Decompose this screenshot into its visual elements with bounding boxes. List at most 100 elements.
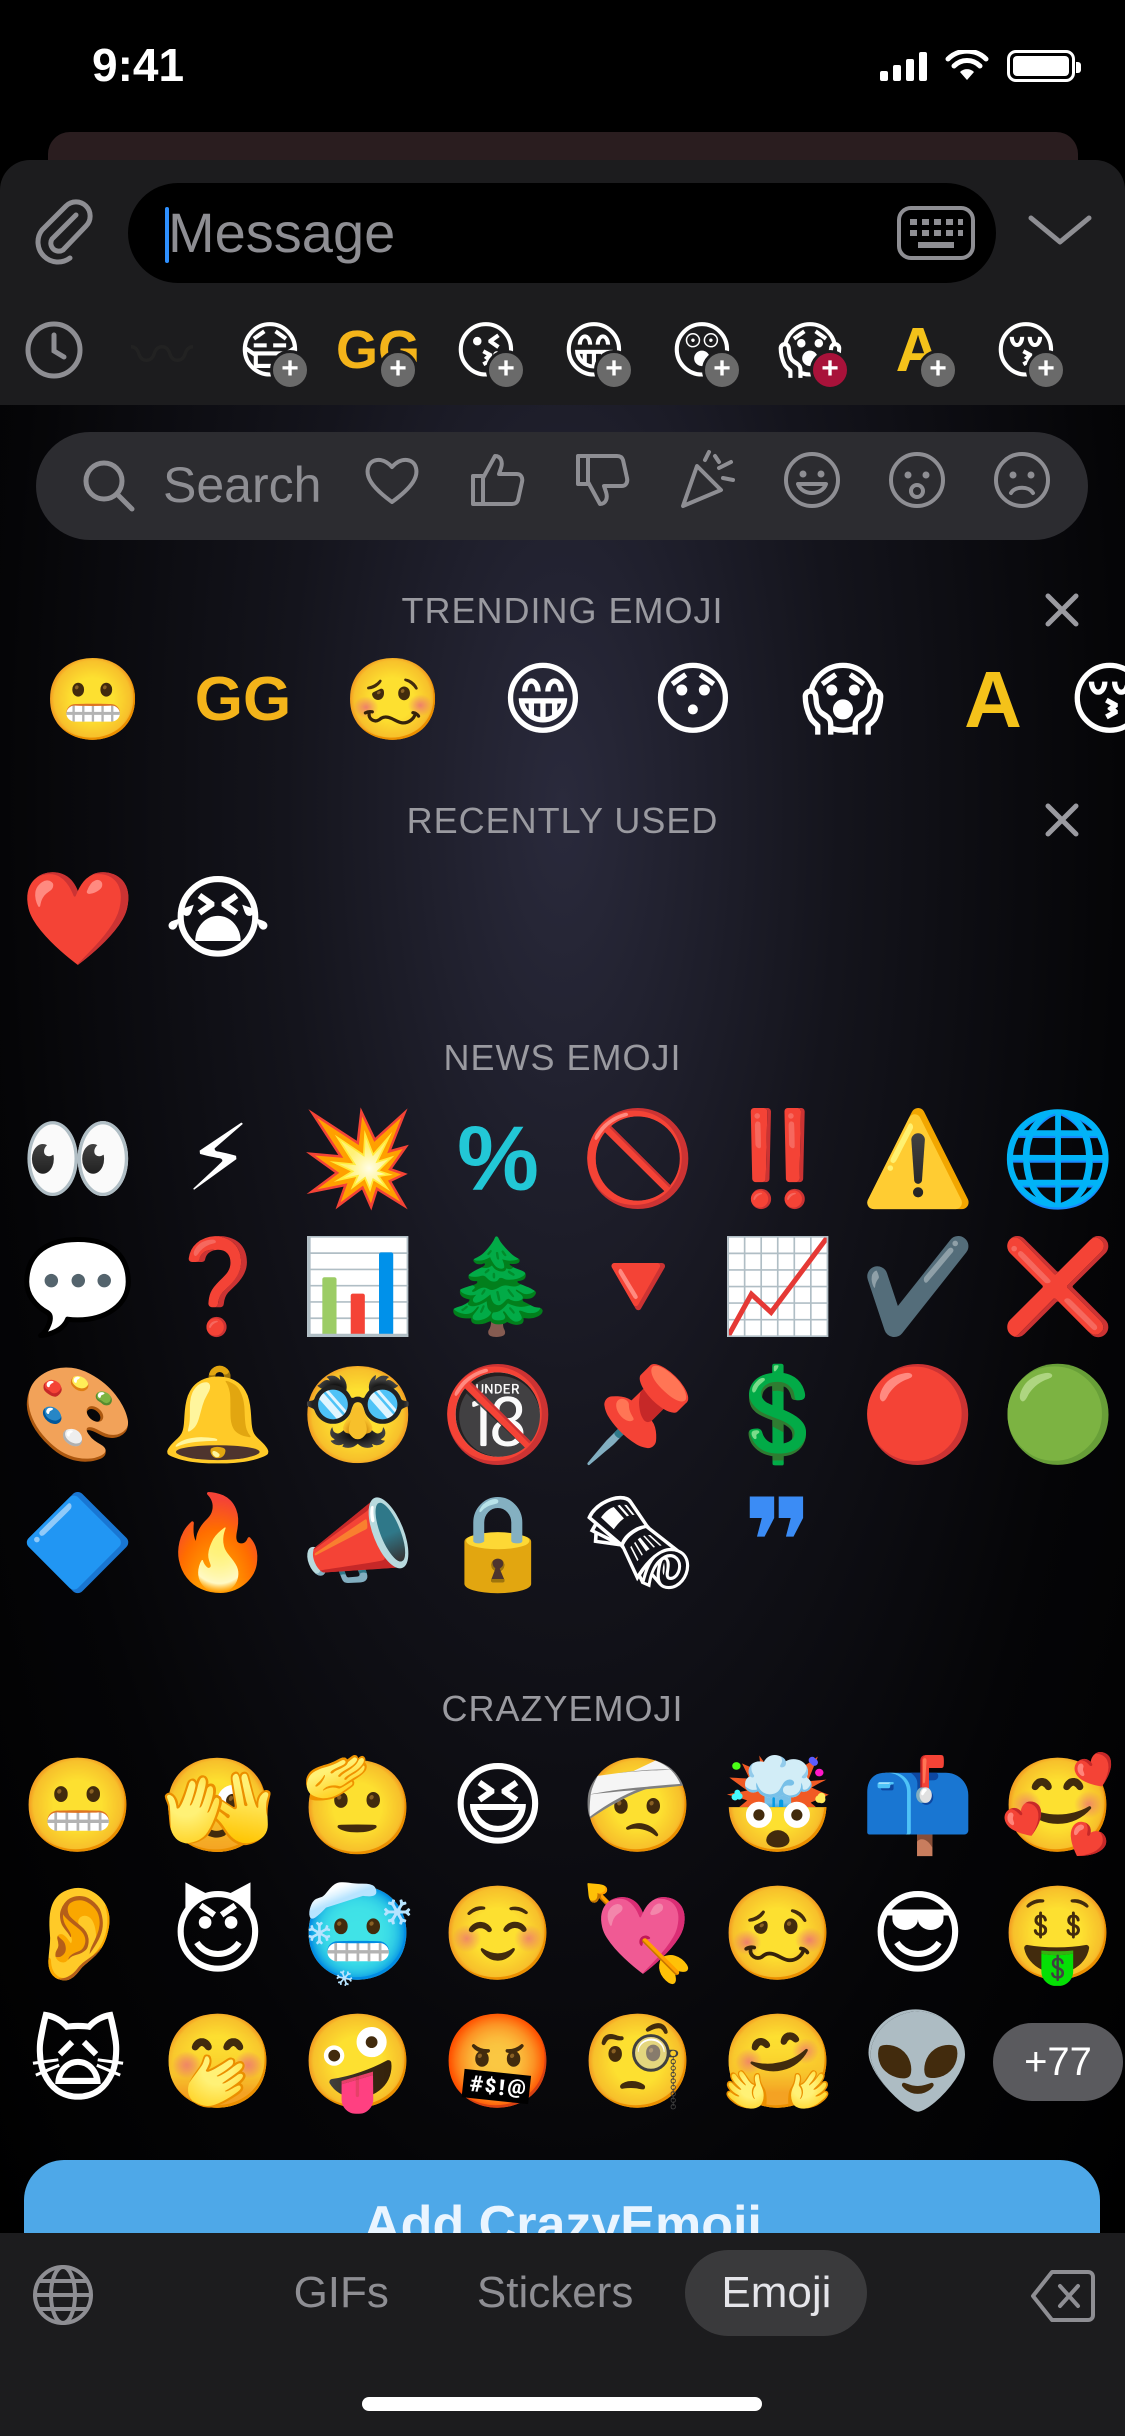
- emoji-item[interactable]: 🌐: [988, 1095, 1125, 1223]
- emoji-item[interactable]: ⚠️: [848, 1095, 988, 1223]
- recent-tab[interactable]: [0, 300, 108, 400]
- media-type-tabs: GIFs Stickers Emoji: [0, 2250, 1125, 2336]
- smile-icon[interactable]: [780, 448, 844, 512]
- emoji-row: 👂 😈 🥶 ☺️ 💘 🥴 😎 🤑: [8, 1870, 1125, 1998]
- attach-icon[interactable]: [28, 195, 98, 265]
- emoji-item[interactable]: 🤑: [988, 1870, 1125, 1998]
- emoji-item[interactable]: 🗞: [568, 1479, 708, 1607]
- emoji-item[interactable]: ‼️: [708, 1095, 848, 1223]
- emoji-item[interactable]: 🌲: [428, 1223, 568, 1351]
- emoji-item[interactable]: 📊: [288, 1223, 428, 1351]
- emoji-item[interactable]: 😬: [8, 1742, 148, 1870]
- emoji-item[interactable]: 🔞: [428, 1351, 568, 1479]
- emoji-item[interactable]: 🥶: [288, 1870, 428, 1998]
- emoji-item[interactable]: 🔥: [148, 1479, 288, 1607]
- emoji-pack-tab[interactable]: 😁 +: [540, 300, 648, 400]
- emoji-item[interactable]: 😈: [148, 1870, 288, 1998]
- add-icon: +: [486, 350, 526, 390]
- emoji-item[interactable]: 🔴: [848, 1351, 988, 1479]
- emoji-pack-tab[interactable]: GG +: [324, 300, 432, 400]
- emoji-item[interactable]: 👀: [8, 1095, 148, 1223]
- emoji-item[interactable]: 👽: [848, 1998, 988, 2126]
- emoji-item[interactable]: 🤯: [708, 1742, 848, 1870]
- emoji-item[interactable]: GG: [168, 640, 318, 760]
- keyboard-icon[interactable]: [896, 205, 976, 261]
- emoji-item[interactable]: ✔️: [848, 1223, 988, 1351]
- emoji-item[interactable]: A: [918, 640, 1068, 760]
- emoji-item[interactable]: 😚: [1068, 640, 1125, 760]
- battery-icon: [1007, 50, 1081, 82]
- emoji-item[interactable]: %: [428, 1095, 568, 1223]
- emoji-item[interactable]: 🥰: [988, 1742, 1125, 1870]
- trending-row: 😬 GG 🥴 😁 😯 😱 A 😚: [18, 640, 1125, 760]
- emoji-item[interactable]: 🔒: [428, 1479, 568, 1607]
- emoji-pack-tab[interactable]: 😷 +: [216, 300, 324, 400]
- emoji-item[interactable]: 🫣: [148, 1742, 288, 1870]
- heart-icon[interactable]: [360, 448, 424, 512]
- emoji-item[interactable]: 🤪: [288, 1998, 428, 2126]
- close-icon[interactable]: [1042, 800, 1082, 840]
- category-icons: [360, 448, 1054, 512]
- emoji-item[interactable]: 🧐: [568, 1998, 708, 2126]
- emoji-item[interactable]: 👂: [8, 1870, 148, 1998]
- emoji-item[interactable]: 💥: [288, 1095, 428, 1223]
- emoji-item[interactable]: 😁: [468, 640, 618, 760]
- emoji-item[interactable]: ☺️: [428, 1870, 568, 1998]
- emoji-item[interactable]: 😬: [18, 640, 168, 760]
- section-title-crazyemoji: CRAZYEMOJI: [441, 1688, 684, 1729]
- emoji-item[interactable]: 😯: [618, 640, 768, 760]
- more-emoji-cell[interactable]: +77: [988, 1998, 1125, 2126]
- emoji-item[interactable]: 🫡: [288, 1742, 428, 1870]
- close-icon[interactable]: [1042, 590, 1082, 630]
- more-count-badge[interactable]: +77: [993, 2023, 1123, 2101]
- surprised-icon[interactable]: [885, 448, 949, 512]
- backspace-icon[interactable]: [1030, 2268, 1096, 2324]
- emoji-item[interactable]: 🟢: [988, 1351, 1125, 1479]
- emoji-item[interactable]: 🥸: [288, 1351, 428, 1479]
- tab-gifs[interactable]: GIFs: [258, 2250, 425, 2336]
- emoji-pack-tab[interactable]: 😱 +: [756, 300, 864, 400]
- emoji-item[interactable]: 💘: [568, 1870, 708, 1998]
- thumbs-up-icon[interactable]: [465, 448, 529, 512]
- emoji-item[interactable]: 😱: [768, 640, 918, 760]
- emoji-item[interactable]: ❌: [988, 1223, 1125, 1351]
- emoji-item[interactable]: 🤕: [568, 1742, 708, 1870]
- emoji-item[interactable]: 🚫: [568, 1095, 708, 1223]
- emoji-item[interactable]: 😎: [848, 1870, 988, 1998]
- emoji-item[interactable]: ❤️: [8, 855, 148, 983]
- thumbs-down-icon[interactable]: [570, 448, 634, 512]
- emoji-item[interactable]: 📈: [708, 1223, 848, 1351]
- emoji-item[interactable]: 🙀: [8, 1998, 148, 2126]
- emoji-pack-tab[interactable]: 😲 +: [648, 300, 756, 400]
- emoji-item[interactable]: 🥴: [318, 640, 468, 760]
- emoji-item[interactable]: 📣: [288, 1479, 428, 1607]
- emoji-item[interactable]: 🔷: [8, 1479, 148, 1607]
- emoji-item[interactable]: 🥴: [708, 1870, 848, 1998]
- emoji-item[interactable]: 📫: [848, 1742, 988, 1870]
- emoji-item[interactable]: 🔻: [568, 1223, 708, 1351]
- emoji-item[interactable]: 🤭: [148, 1998, 288, 2126]
- emoji-pack-tab[interactable]: 😚 +: [972, 300, 1080, 400]
- tab-stickers[interactable]: Stickers: [441, 2250, 669, 2336]
- emoji-item[interactable]: 😆: [428, 1742, 568, 1870]
- emoji-item[interactable]: 💲: [708, 1351, 848, 1479]
- emoji-item[interactable]: 😭: [148, 855, 288, 983]
- emoji-pack-tab[interactable]: A +: [864, 300, 972, 400]
- party-popper-icon[interactable]: [675, 448, 739, 512]
- emoji-item[interactable]: 🤗: [708, 1998, 848, 2126]
- emoji-item[interactable]: 📌: [568, 1351, 708, 1479]
- news-grid: 👀 ⚡ 💥 % 🚫 ‼️ ⚠️ 🌐 💬 ❓ 📊 🌲 🔻 📈 ✔️ ❌ 🎨 🔔 🥸…: [8, 1095, 1125, 1607]
- emoji-item[interactable]: 💬: [8, 1223, 148, 1351]
- emoji-item[interactable]: ❞: [708, 1479, 848, 1607]
- sad-icon[interactable]: [990, 448, 1054, 512]
- emoji-item[interactable]: 🤬: [428, 1998, 568, 2126]
- section-title-trending: TRENDING EMOJI: [401, 590, 724, 631]
- chevron-down-icon[interactable]: [1025, 210, 1095, 250]
- emoji-pack-tab[interactable]: 〰: [108, 300, 216, 400]
- tab-emoji[interactable]: Emoji: [685, 2250, 868, 2336]
- emoji-pack-tab[interactable]: 😘 +: [432, 300, 540, 400]
- emoji-item[interactable]: 🔔: [148, 1351, 288, 1479]
- emoji-item[interactable]: ⚡: [148, 1095, 288, 1223]
- emoji-item[interactable]: 🎨: [8, 1351, 148, 1479]
- emoji-item[interactable]: ❓: [148, 1223, 288, 1351]
